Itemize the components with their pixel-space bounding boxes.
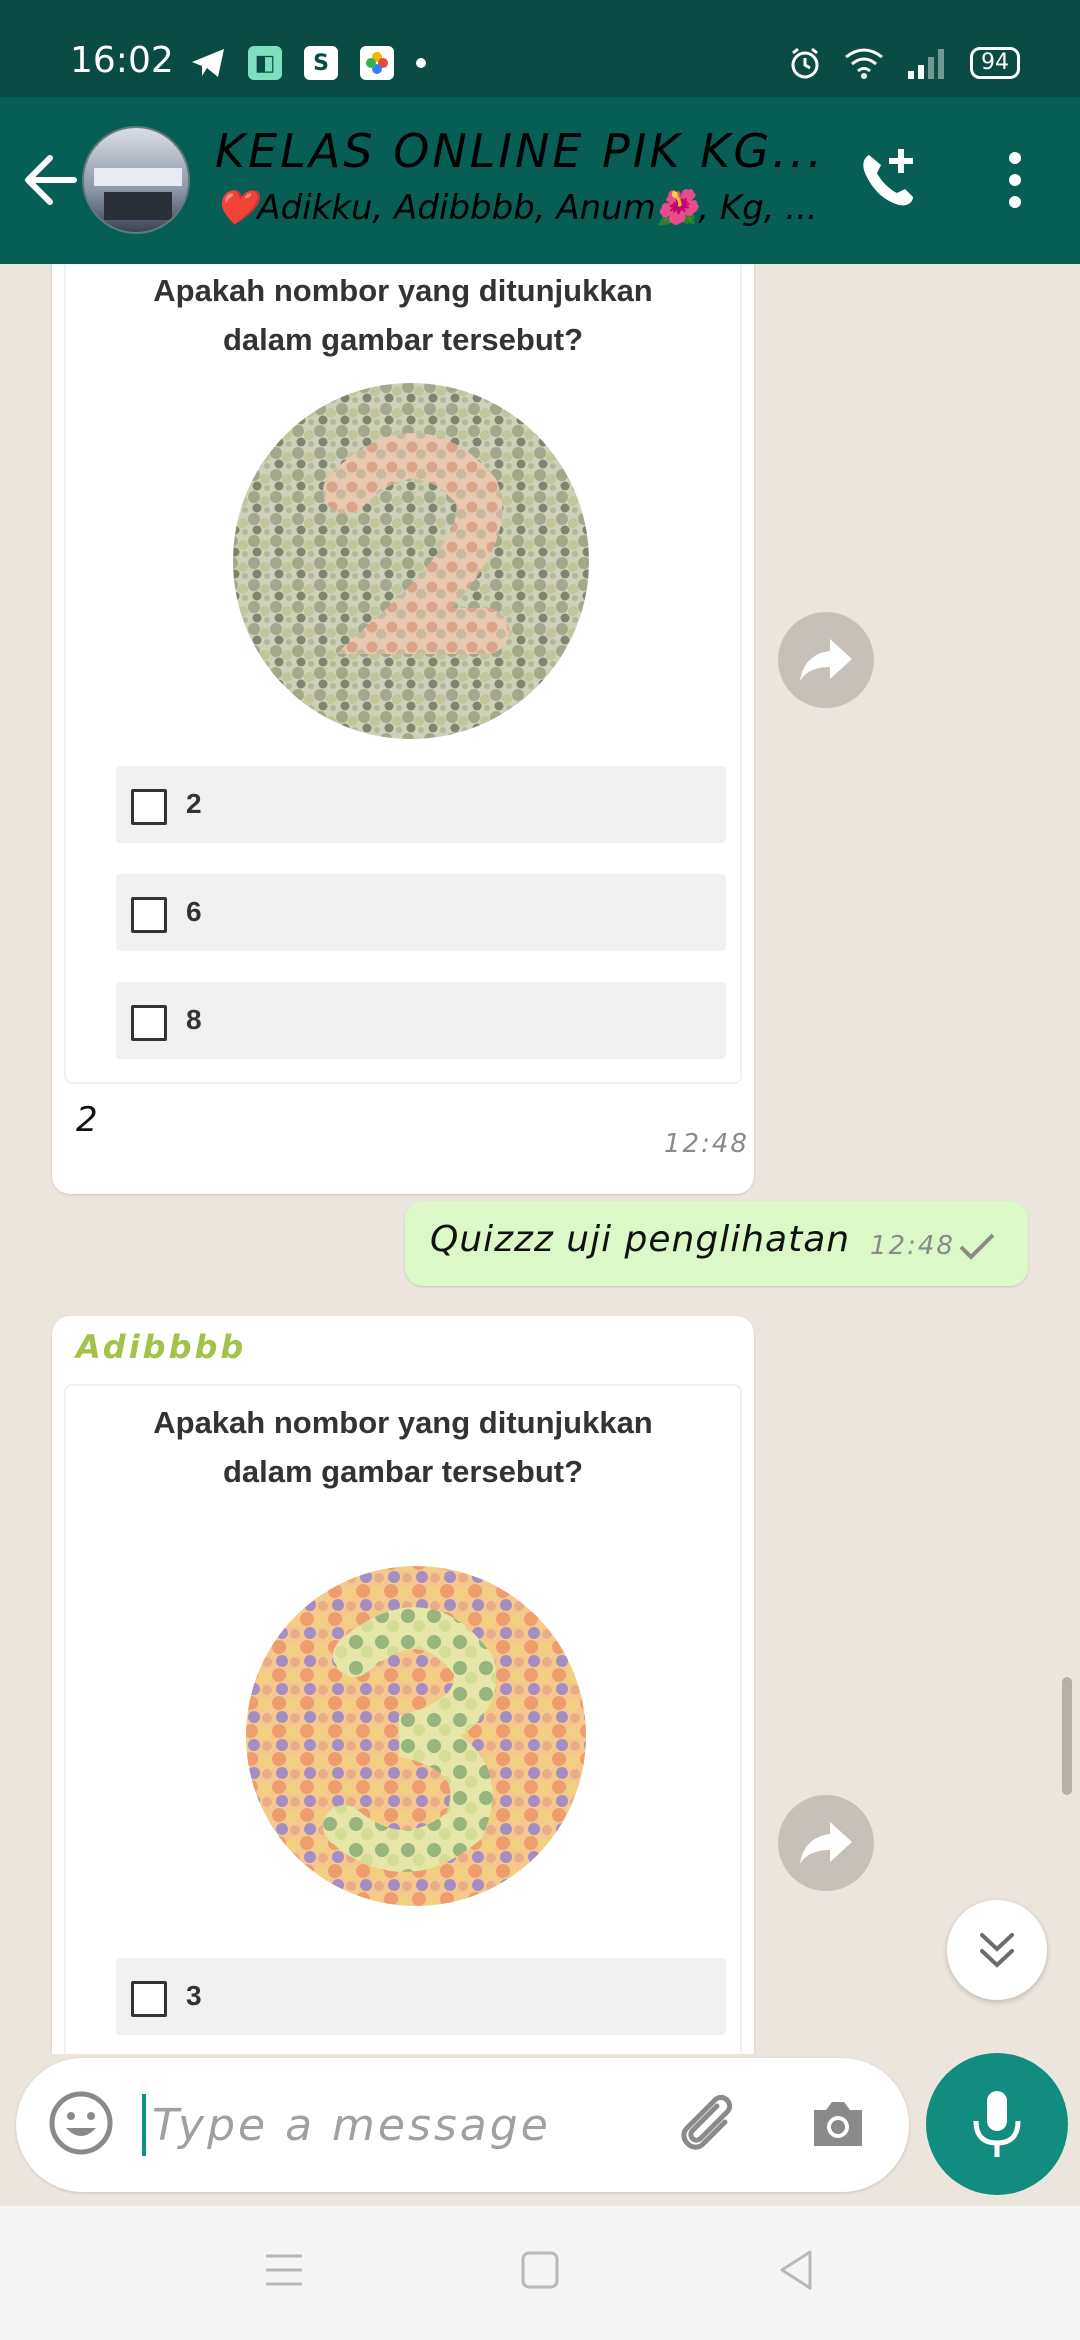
wifi-icon (845, 48, 883, 79)
voice-message-button[interactable] (926, 2053, 1068, 2195)
signal-icon (908, 49, 944, 79)
notification-icons: ◧ S (190, 46, 426, 80)
telegram-icon (192, 49, 224, 77)
status-time: 16:02 (70, 40, 174, 81)
quiz-image[interactable]: Apakah nombor yang ditunjukkan dalam gam… (64, 1384, 742, 2054)
message-time: 12:48 (664, 1129, 749, 1159)
group-avatar[interactable] (82, 126, 190, 234)
attachment-paperclip-icon[interactable] (671, 2088, 743, 2160)
question-line: dalam gambar tersebut? (222, 1454, 584, 1489)
outgoing-message[interactable]: Quizzz uji penglihatan 12:48 (405, 1201, 1028, 1286)
incoming-image-message[interactable]: Apakah nombor yang ditunjukkan dalam gam… (52, 264, 754, 1194)
incoming-image-message[interactable]: Adibbbb Apakah nombor yang ditunjukkan d… (52, 1316, 754, 2054)
scrollbar[interactable] (1062, 1677, 1072, 1795)
system-navigation-bar (0, 2206, 1080, 2340)
quiz-option[interactable]: 2 (116, 766, 726, 843)
alarm-icon (791, 47, 819, 79)
option-label: 3 (186, 1980, 202, 2011)
option-label: 2 (186, 788, 202, 819)
single-tick-icon (959, 1233, 995, 1260)
checkbox[interactable] (131, 897, 167, 933)
quiz-image[interactable]: Apakah nombor yang ditunjukkan dalam gam… (64, 264, 742, 1084)
microphone-icon (973, 2091, 1021, 2157)
message-time: 12:48 (870, 1231, 955, 1261)
ishihara-plate-orange (246, 1566, 586, 1906)
status-bar: 16:02 ◧ S 94 (0, 0, 1080, 97)
back-icon[interactable] (774, 2248, 818, 2292)
forward-button[interactable] (778, 1795, 874, 1891)
recent-apps-icon[interactable] (262, 2248, 306, 2292)
quiz-question: Apakah nombor yang ditunjukkan dalam gam… (66, 1398, 740, 1496)
back-arrow-icon[interactable] (20, 148, 78, 212)
sender-name[interactable]: Adibbbb (76, 1328, 246, 1366)
group-members[interactable]: ❤️Adikku, Adibbbb, Anum🌺, Kg, ... (215, 188, 815, 228)
question-line: Apakah nombor yang ditunjukkan (153, 273, 653, 308)
camera-icon[interactable] (806, 2092, 870, 2156)
scroll-to-bottom-button[interactable] (947, 1900, 1047, 2000)
forward-icon (800, 639, 852, 681)
app-icon: ◧ (248, 46, 282, 80)
emoji-icon[interactable] (46, 2088, 116, 2158)
ishihara-plate-green (233, 383, 589, 739)
forward-button[interactable] (778, 612, 874, 708)
message-caption: 2 (76, 1100, 98, 1140)
option-label: 6 (186, 896, 202, 927)
chat-area[interactable]: Apakah nombor yang ditunjukkan dalam gam… (0, 264, 1080, 2054)
message-text: Quizzz uji penglihatan (430, 1219, 851, 1260)
double-chevron-down-icon (980, 1933, 1014, 1968)
checkbox[interactable] (131, 1005, 167, 1041)
message-composer (16, 2058, 909, 2192)
more-options-icon[interactable] (1000, 150, 1030, 210)
checkbox[interactable] (131, 789, 167, 825)
option-label: 8 (186, 1004, 202, 1035)
shopee-icon: S (304, 46, 338, 80)
forward-icon (800, 1822, 852, 1864)
message-input[interactable] (142, 2094, 662, 2156)
battery-indicator: 94 (970, 47, 1020, 79)
home-icon[interactable] (518, 2248, 562, 2292)
more-notifications-dot (416, 58, 426, 68)
question-line: dalam gambar tersebut? (222, 322, 584, 357)
group-title[interactable]: KELAS ONLINE PIK KG... (215, 124, 825, 178)
question-line: Apakah nombor yang ditunjukkan (153, 1405, 653, 1440)
system-icons: 94 (788, 46, 1020, 80)
quiz-option[interactable]: 6 (116, 874, 726, 951)
add-call-icon[interactable] (855, 145, 925, 215)
quiz-option[interactable]: 8 (116, 982, 726, 1059)
quiz-option[interactable]: 3 (116, 1958, 726, 2035)
photos-icon (360, 46, 394, 80)
checkbox[interactable] (131, 1981, 167, 2017)
quiz-question: Apakah nombor yang ditunjukkan dalam gam… (66, 266, 740, 364)
